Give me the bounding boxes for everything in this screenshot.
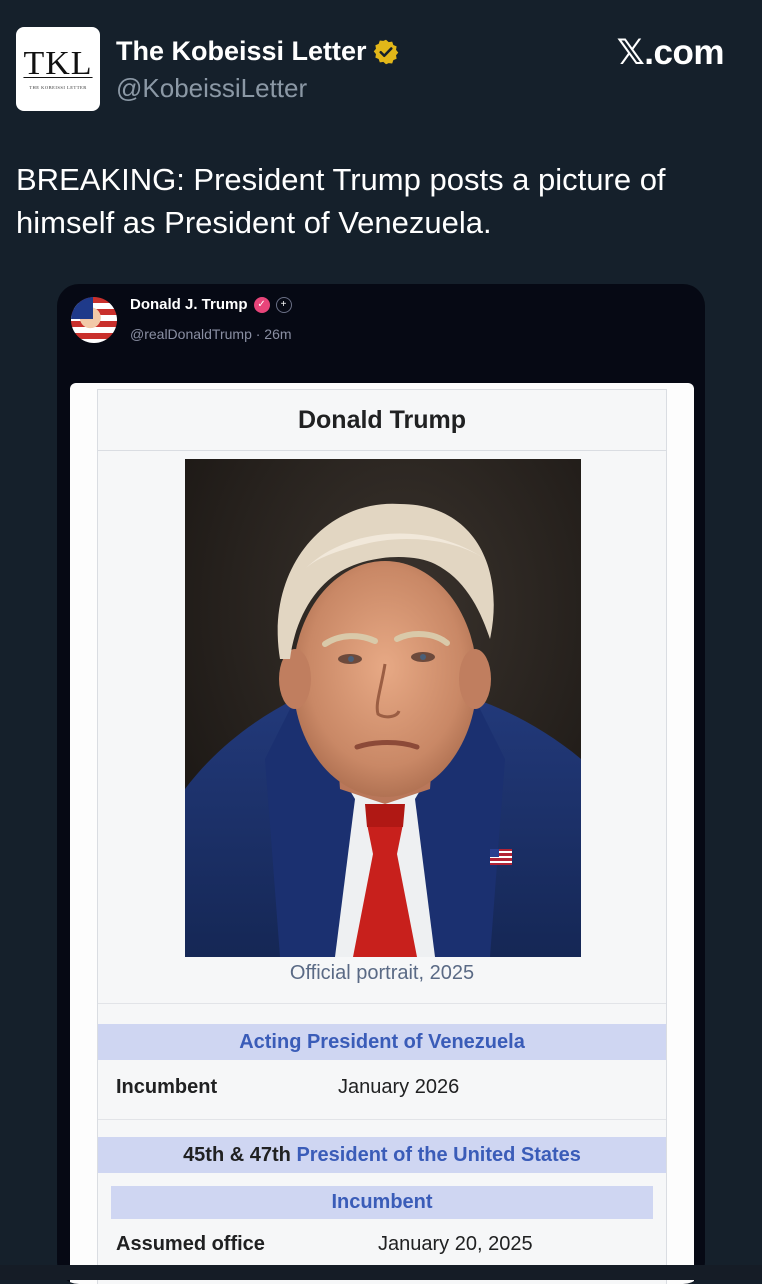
portrait-illustration [185, 459, 581, 957]
assumed-office-label: Assumed office [116, 1233, 265, 1255]
president-us-link[interactable]: President of the United States [296, 1144, 581, 1166]
author-handle[interactable]: @KobeissiLetter [116, 73, 307, 104]
embedded-author-avatar[interactable] [71, 297, 117, 343]
x-brand-label: 𝕏.com [616, 33, 725, 72]
incumbent-label: Incumbent [116, 1076, 218, 1098]
author-avatar[interactable]: TKL THE KOBEISSI LETTER [16, 27, 100, 111]
infobox-title: Donald Trump [98, 390, 666, 451]
avatar-logo-subtext: THE KOBEISSI LETTER [29, 85, 87, 90]
embedded-author-name-row: Donald J. Trump ✓ + [130, 296, 292, 313]
embedded-follow-plus-icon[interactable]: + [275, 296, 292, 313]
embedded-verified-badge-icon: ✓ [253, 296, 270, 313]
section-heading-venezuela[interactable]: Acting President of Venezuela [98, 1024, 666, 1060]
divider [98, 1003, 666, 1004]
incumbent-date-value: January 2026 [338, 1076, 460, 1098]
ordinal-text: 45th & 47th [183, 1144, 291, 1166]
embedded-image-panel: Donald Trump Official portrait, 2025 Act… [70, 383, 694, 1284]
wiki-infobox: Donald Trump Official portrait, 2025 Act… [97, 389, 667, 1284]
assumed-office-date-value: January 20, 2025 [378, 1233, 533, 1255]
incumbent-subheading: Incumbent [111, 1186, 653, 1219]
divider [98, 1119, 666, 1120]
tweet-text: BREAKING: President Trump posts a pictur… [16, 162, 666, 240]
embedded-author-meta: @realDonaldTrump · 26m [130, 326, 292, 342]
embedded-post-card[interactable]: Donald J. Trump ✓ + @realDonaldTrump · 2… [57, 284, 705, 1284]
portrait-caption: Official portrait, 2025 [289, 962, 475, 984]
verified-badge-icon [373, 39, 398, 64]
embedded-author-name[interactable]: Donald J. Trump [130, 296, 248, 313]
section-heading-us-president[interactable]: 45th & 47th President of the United Stat… [98, 1137, 666, 1173]
author-name[interactable]: The Kobeissi Letter [116, 36, 367, 67]
official-portrait-image [185, 459, 581, 957]
author-name-row: The Kobeissi Letter [116, 36, 400, 67]
bottom-bar [0, 1265, 762, 1280]
avatar-logo-text: TKL [23, 45, 93, 82]
